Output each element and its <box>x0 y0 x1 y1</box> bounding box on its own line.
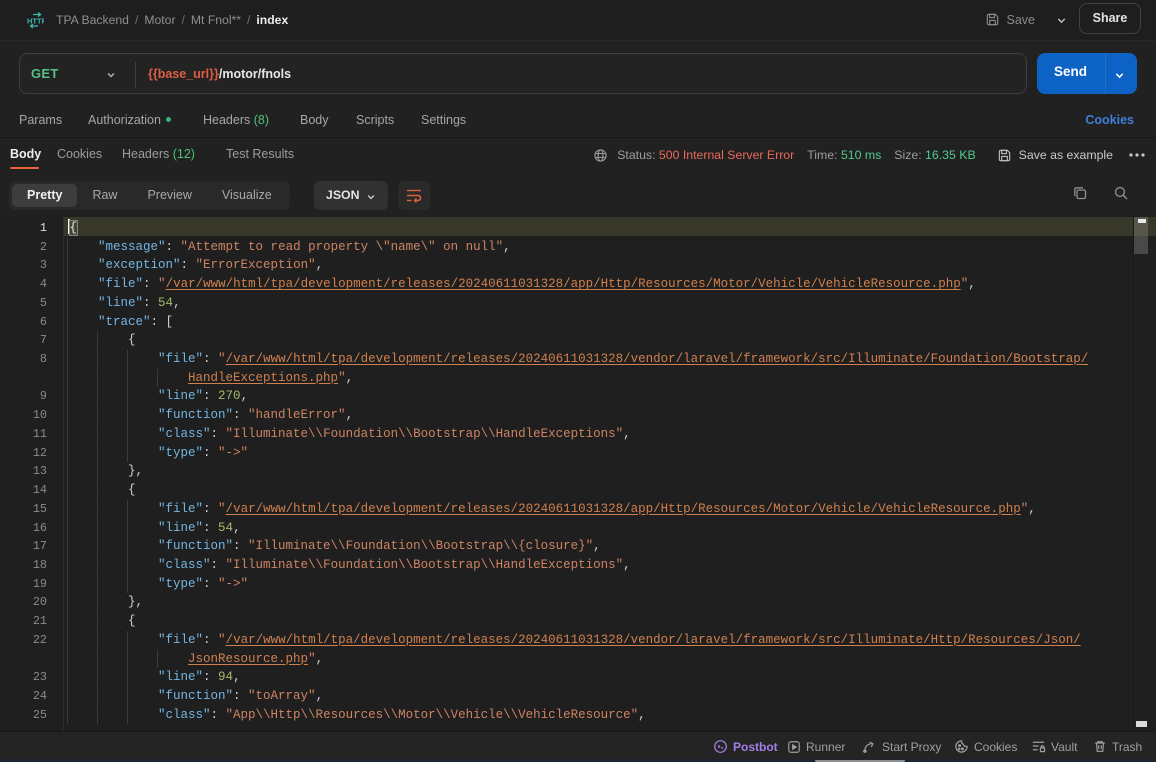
svg-text:HTTP: HTTP <box>27 17 44 26</box>
